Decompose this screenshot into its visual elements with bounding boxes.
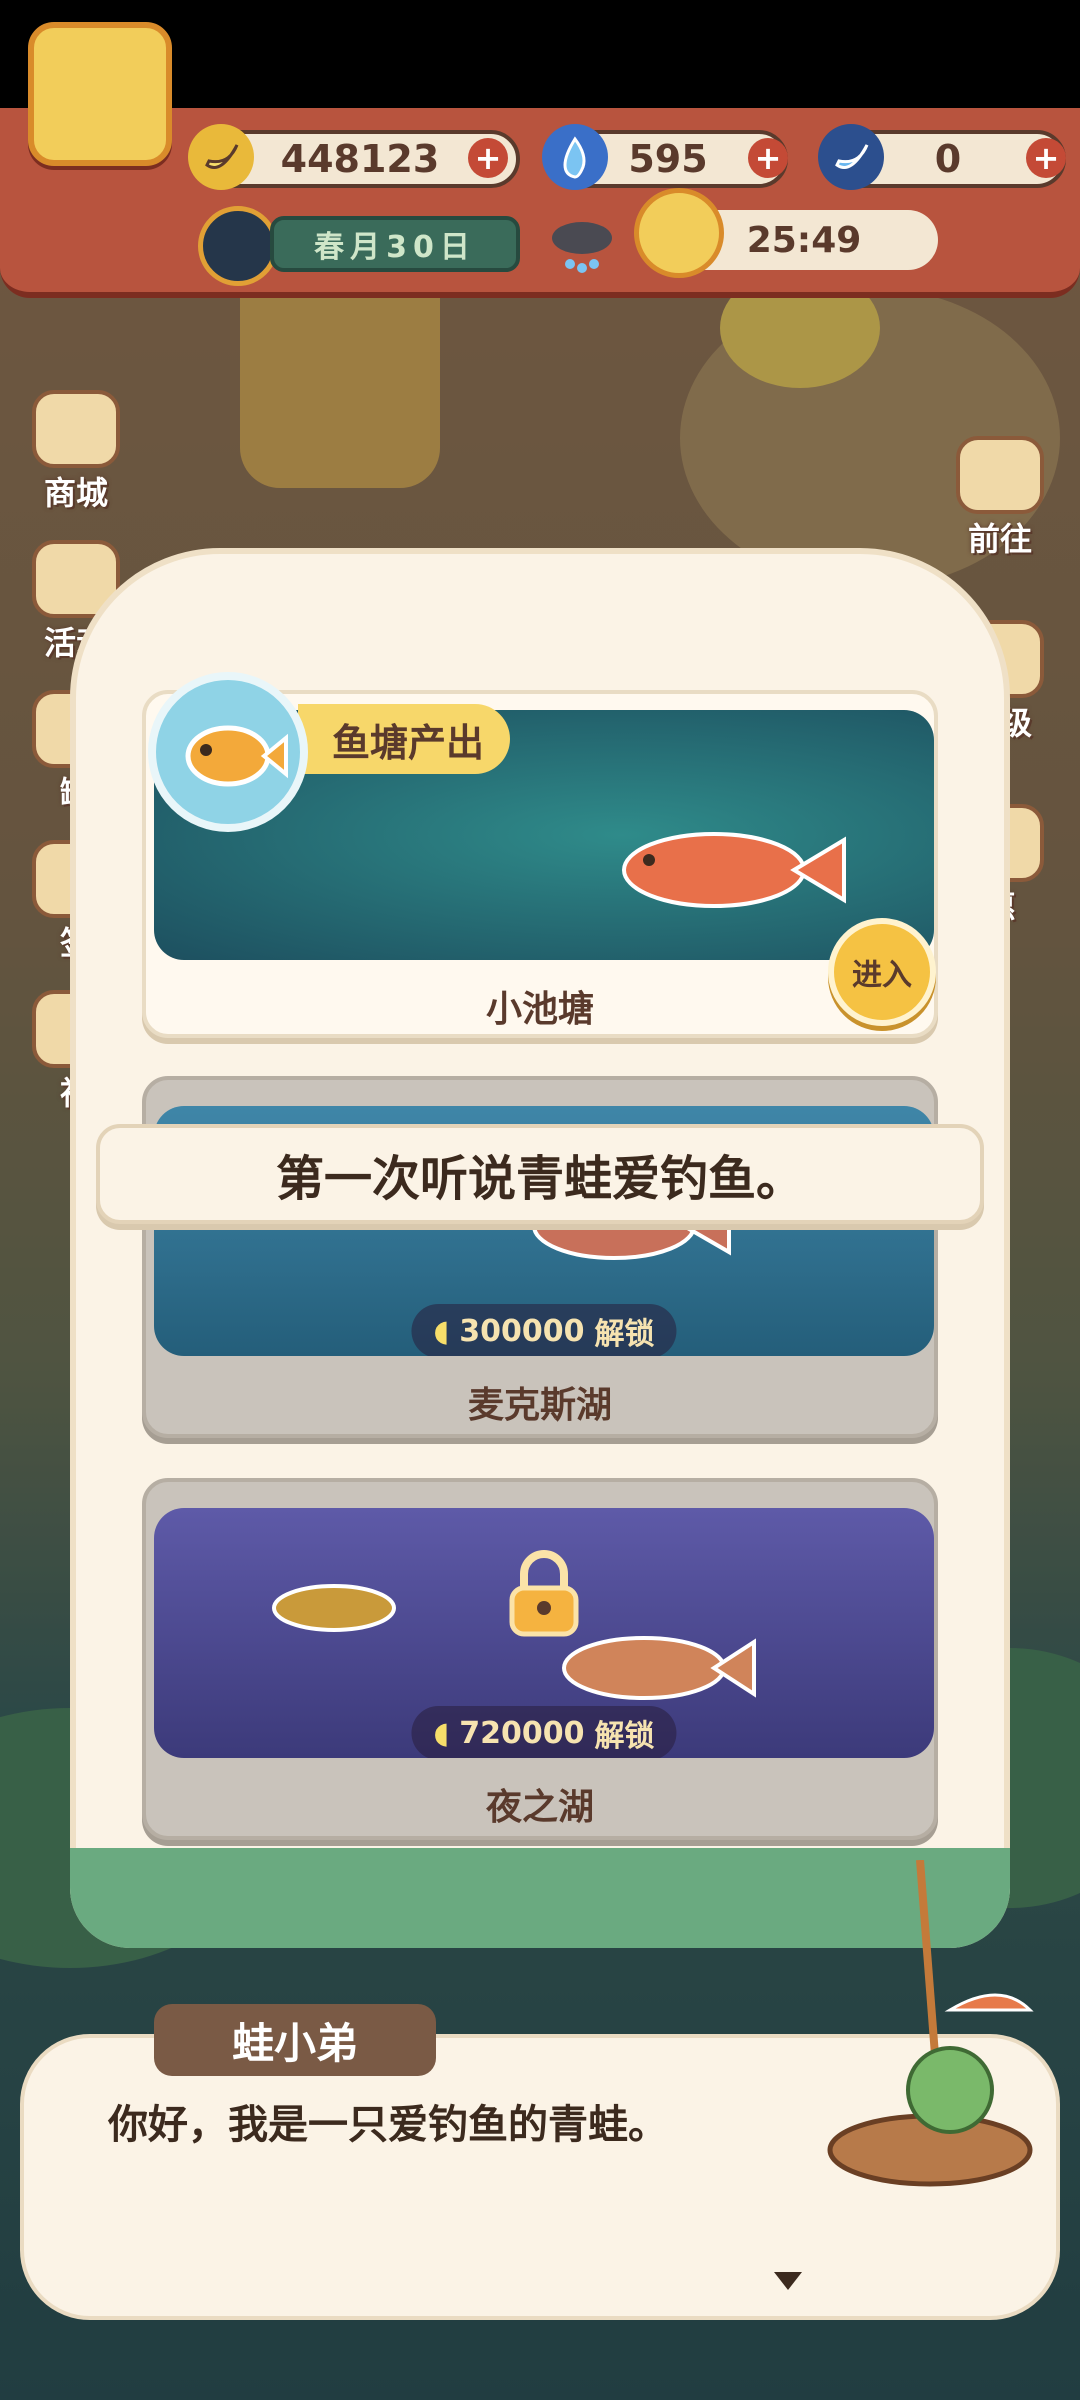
blue-banana-count: 0 bbox=[934, 137, 962, 181]
enter-button[interactable]: 进入 bbox=[828, 918, 936, 1026]
dialog-text: 你好，我是一只爱钓鱼的青蛙。 bbox=[108, 2102, 668, 2148]
cat-fish-icon[interactable] bbox=[634, 188, 724, 278]
banana-count: 448123 bbox=[280, 137, 440, 181]
unlock-cost: 300000 bbox=[459, 1313, 585, 1349]
pond-card-night-lake[interactable]: ◖ 720000 解锁 夜之湖 bbox=[142, 1478, 938, 1840]
unlock-label: 解锁 bbox=[594, 1317, 655, 1352]
pond-image: ◖ 720000 解锁 bbox=[154, 1508, 934, 1758]
banana-icon: ◖ bbox=[433, 1313, 450, 1349]
map-pin-icon bbox=[956, 436, 1044, 514]
add-blue-banana-button[interactable]: + bbox=[1026, 138, 1066, 178]
blue-flame-icon bbox=[542, 124, 608, 190]
speaker-name: 蛙小弟 bbox=[154, 2004, 436, 2076]
pond-name: 麦克斯湖 bbox=[467, 1385, 612, 1426]
frog-fisher-icon bbox=[800, 1859, 1060, 2190]
pond-name: 夜之湖 bbox=[485, 1787, 594, 1828]
unlock-cost: 720000 bbox=[459, 1715, 585, 1751]
menu-label: 前往 bbox=[967, 520, 1032, 558]
banana-icon bbox=[188, 124, 254, 190]
flame-count: 595 bbox=[628, 137, 708, 181]
next-arrow-icon[interactable] bbox=[774, 2272, 802, 2290]
player-avatar[interactable] bbox=[28, 22, 172, 166]
shop-icon bbox=[32, 390, 120, 468]
banana-icon: ◖ bbox=[433, 1715, 450, 1751]
blue-banana-icon bbox=[818, 124, 884, 190]
add-banana-button[interactable]: + bbox=[468, 138, 508, 178]
shop-menu-item[interactable]: 商城 bbox=[32, 390, 120, 514]
calendar-date: 春月30日 bbox=[270, 216, 520, 272]
menu-label: 商城 bbox=[43, 474, 108, 512]
badge-text: 鱼塘产出 bbox=[332, 720, 485, 765]
tropical-fish-badge-icon bbox=[148, 672, 308, 832]
unlock-label: 解锁 bbox=[594, 1719, 655, 1754]
enter-label: 进入 bbox=[852, 958, 912, 993]
pond-name: 小池塘 bbox=[485, 989, 594, 1030]
hint-banner: 第一次听说青蛙爱钓鱼。 bbox=[96, 1124, 984, 1224]
pond-output-label: 鱼塘产出 bbox=[298, 704, 511, 774]
lock-icon bbox=[504, 1548, 584, 1638]
rain-cloud-icon bbox=[546, 212, 618, 276]
timer-text: 25:49 bbox=[746, 219, 862, 261]
game-screen: 448123 + 595 + 0 + 春月30日 25:49 商城 活动 前往 … bbox=[0, 0, 1080, 2400]
unlock-cost-tag: ◖ 720000 解锁 bbox=[411, 1706, 677, 1758]
goto-menu-item[interactable]: 前往 bbox=[956, 436, 1044, 560]
banner-text: 第一次听说青蛙爱钓鱼。 bbox=[275, 1151, 804, 1207]
add-flame-button[interactable]: + bbox=[748, 138, 788, 178]
day-clock-icon bbox=[198, 206, 278, 286]
date-text: 春月30日 bbox=[314, 230, 476, 265]
unlock-cost-tag: ◖ 300000 解锁 bbox=[411, 1304, 677, 1356]
speaker-label: 蛙小弟 bbox=[231, 2018, 358, 2068]
